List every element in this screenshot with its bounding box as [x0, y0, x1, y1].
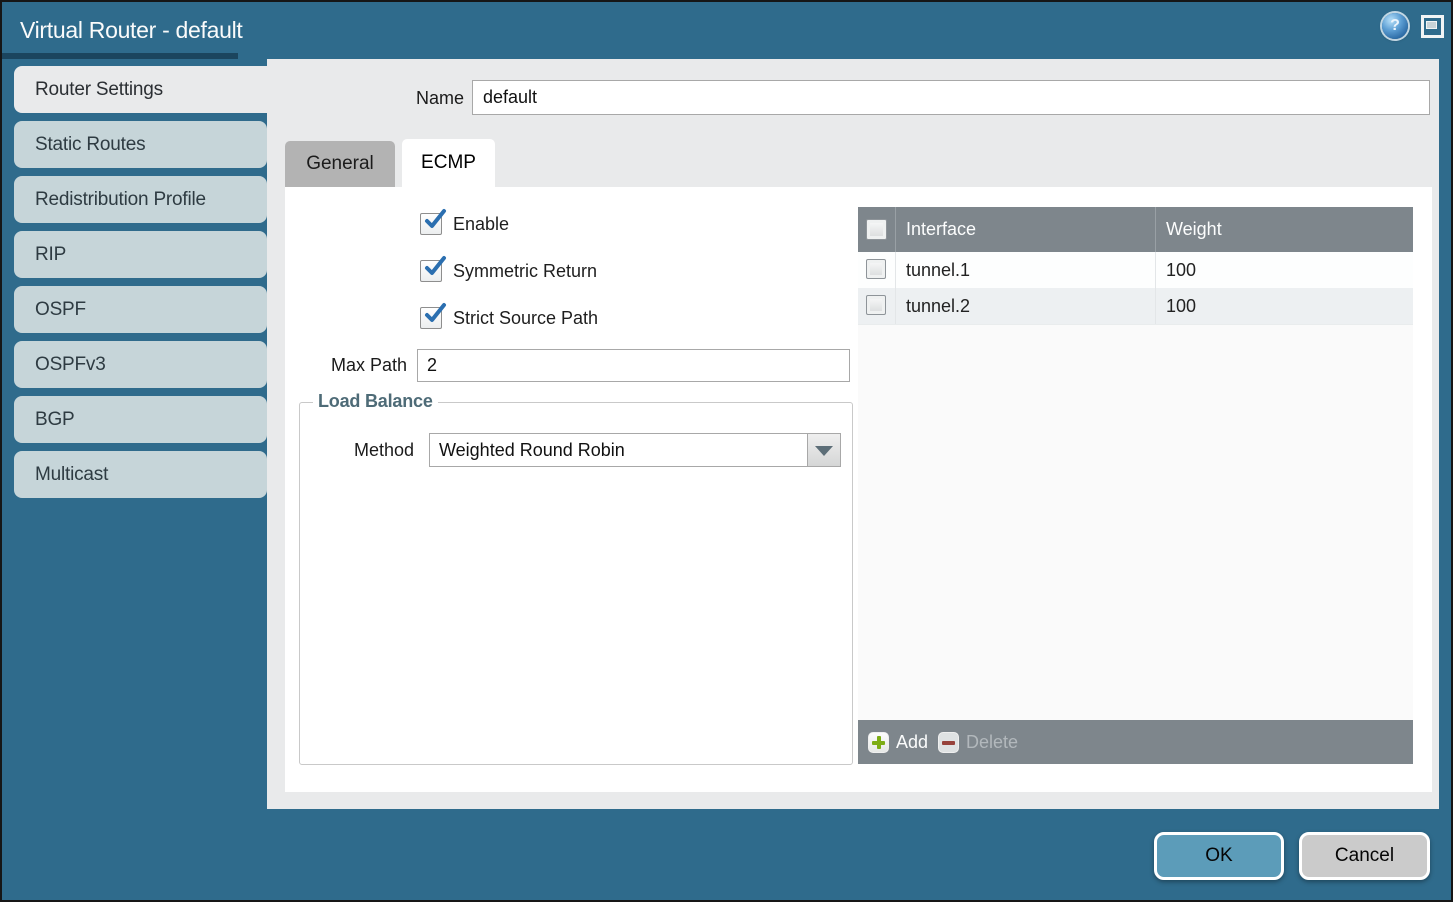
method-label: Method — [303, 433, 414, 467]
max-path-label: Max Path — [282, 349, 407, 382]
symmetric-return-label: Symmetric Return — [453, 260, 597, 282]
enable-label: Enable — [453, 213, 509, 235]
cell-weight: 100 — [1156, 252, 1413, 288]
virtual-router-dialog: Virtual Router - default ? Router Settin… — [0, 0, 1453, 902]
table-empty-area — [858, 324, 1413, 720]
add-button[interactable]: Add — [868, 732, 928, 753]
interface-grid: Interface Weight tunnel.1 100 tunnel.2 1… — [858, 207, 1413, 764]
tab-general[interactable]: General — [285, 141, 395, 187]
help-icon[interactable]: ? — [1382, 13, 1408, 39]
column-header-interface[interactable]: Interface — [896, 207, 1156, 252]
header-checkbox-cell — [858, 207, 896, 252]
sidebar-item-static-routes[interactable]: Static Routes — [14, 121, 267, 168]
table-footer-bar: Add Delete — [858, 720, 1413, 764]
name-label: Name — [332, 81, 464, 115]
table-header-row: Interface Weight — [858, 207, 1413, 252]
enable-checkbox[interactable] — [420, 213, 442, 235]
titlebar-shadow — [2, 53, 238, 59]
strict-source-path-label: Strict Source Path — [453, 307, 598, 329]
interface-table: Interface Weight tunnel.1 100 tunnel.2 1… — [858, 207, 1413, 764]
strict-source-path-checkbox[interactable] — [420, 307, 442, 329]
checkmark-icon — [421, 301, 447, 327]
minus-icon — [938, 732, 959, 753]
row-checkbox[interactable] — [866, 295, 886, 315]
delete-button[interactable]: Delete — [938, 732, 1018, 753]
method-dropdown-button[interactable] — [807, 434, 840, 466]
name-input[interactable] — [472, 80, 1430, 115]
restore-window-icon[interactable] — [1421, 15, 1444, 38]
row-checkbox-cell — [858, 288, 896, 324]
table-row[interactable]: tunnel.1 100 — [858, 252, 1413, 288]
cell-interface: tunnel.1 — [896, 252, 1156, 288]
select-all-checkbox[interactable] — [866, 219, 887, 240]
cell-weight: 100 — [1156, 288, 1413, 324]
row-checkbox-cell — [858, 252, 896, 288]
checkmark-icon — [421, 254, 447, 280]
add-button-label: Add — [896, 732, 928, 753]
sidebar-item-multicast[interactable]: Multicast — [14, 451, 267, 498]
sidebar-item-redistribution-profile[interactable]: Redistribution Profile — [14, 176, 267, 223]
restore-window-icon-inner — [1426, 21, 1437, 29]
cancel-button[interactable]: Cancel — [1299, 832, 1430, 880]
row-checkbox[interactable] — [866, 259, 886, 279]
tab-ecmp[interactable]: ECMP — [402, 139, 495, 188]
dialog-title: Virtual Router - default — [20, 2, 243, 58]
symmetric-return-checkbox[interactable] — [420, 260, 442, 282]
sidebar-item-rip[interactable]: RIP — [14, 231, 267, 278]
sidebar-item-bgp[interactable]: BGP — [14, 396, 267, 443]
ok-button[interactable]: OK — [1154, 832, 1284, 880]
table-row[interactable]: tunnel.2 100 — [858, 288, 1413, 324]
checkmark-icon — [421, 207, 447, 233]
sidebar-item-ospf[interactable]: OSPF — [14, 286, 267, 333]
load-balance-legend: Load Balance — [313, 391, 438, 412]
sidebar-item-ospfv3[interactable]: OSPFv3 — [14, 341, 267, 388]
max-path-input[interactable] — [417, 349, 850, 382]
delete-button-label: Delete — [966, 732, 1018, 753]
cell-interface: tunnel.2 — [896, 288, 1156, 324]
method-dropdown[interactable]: Weighted Round Robin — [429, 433, 841, 467]
plus-icon — [868, 732, 889, 753]
chevron-down-icon — [815, 446, 833, 456]
column-header-weight[interactable]: Weight — [1156, 207, 1413, 252]
title-bar: Virtual Router - default ? — [2, 2, 1451, 59]
method-selected-value: Weighted Round Robin — [430, 434, 807, 466]
load-balance-fieldset: Load Balance Method Weighted Round Robin — [299, 402, 853, 765]
sidebar-item-router-settings[interactable]: Router Settings — [14, 66, 267, 113]
